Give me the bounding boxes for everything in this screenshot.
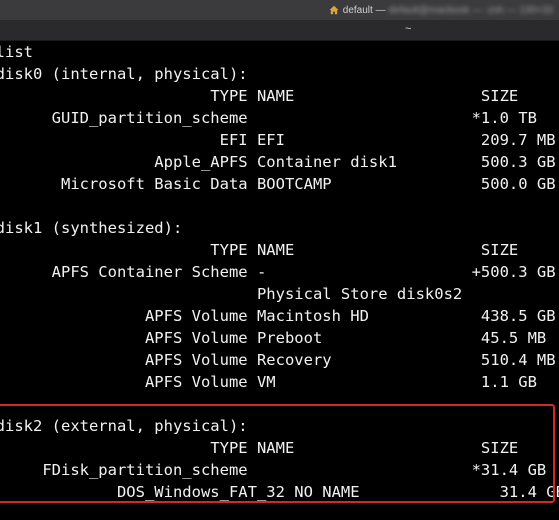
output-line: 3: APFS Volume Recovery 510.4 MB disk1s3 bbox=[144, 351, 556, 369]
output-line: /dev/disk1 (synthesized): bbox=[0, 219, 183, 237]
output-line: 0: APFS Container Scheme - +500.3 GB dis… bbox=[51, 263, 556, 281]
title-bar[interactable]: default — default@macbook — -zsh — 130×3… bbox=[0, 0, 559, 21]
window-title: default — default@macbook — -zsh — 130×3… bbox=[329, 3, 553, 17]
output-line: #: TYPE NAME SIZE IDENTIFIER bbox=[210, 241, 519, 259]
tab-home[interactable]: ~ bbox=[405, 23, 411, 35]
terminal-window: default — default@macbook — -zsh — 130×3… bbox=[0, 0, 559, 520]
output-line: 2: Apple_APFS Container disk1 500.3 GB d… bbox=[154, 153, 556, 171]
output-line: 1: EFI EFI 209.7 MB disk0s1 bbox=[219, 131, 556, 149]
output-line: 4: APFS Volume VM 1.1 GB disk1s4 bbox=[144, 373, 537, 391]
output-line: /dev/disk0 (internal, physical): bbox=[0, 65, 248, 83]
output-line: #: TYPE NAME SIZE IDENTIFIER bbox=[210, 87, 519, 105]
highlight-box-disk2 bbox=[0, 404, 555, 503]
tab-bar[interactable]: ~ bbox=[0, 21, 559, 41]
window-title-text: default — bbox=[342, 4, 386, 16]
output-line: Physical Store disk0s2 bbox=[0, 285, 463, 303]
output-line: 3: Microsoft Basic Data BOOTCAMP 500.0 G… bbox=[60, 175, 556, 193]
output-line: list bbox=[0, 43, 33, 61]
output-line: 2: APFS Volume Preboot 45.5 MB disk1s2 bbox=[144, 329, 547, 347]
output-line: 0: GUID_partition_scheme *1.0 TB disk0 bbox=[51, 109, 537, 127]
window-title-obscured: default@macbook — -zsh — 130×33 bbox=[388, 4, 553, 16]
output-line: 1: APFS Volume Macintosh HD 438.5 GB dis… bbox=[144, 307, 556, 325]
home-icon bbox=[329, 5, 339, 15]
terminal-output[interactable]: list /dev/disk0 (internal, physical): #:… bbox=[0, 41, 559, 520]
